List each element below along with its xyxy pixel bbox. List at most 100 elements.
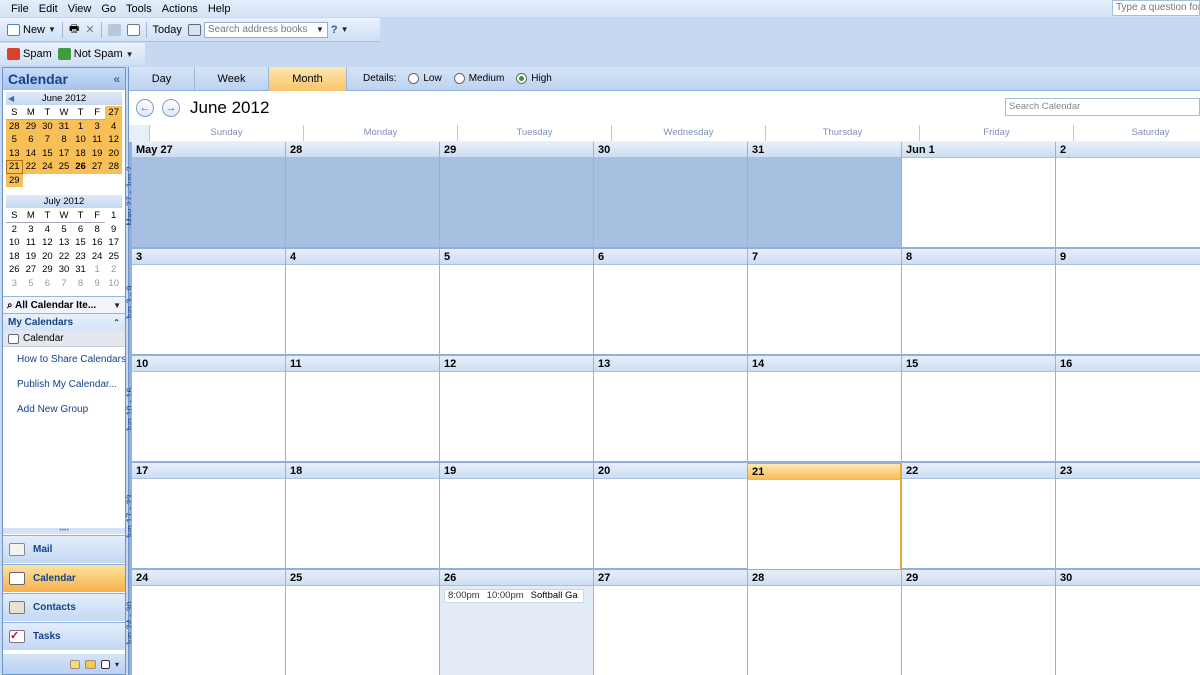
configure-buttons-icon[interactable]: ▾ bbox=[115, 660, 119, 669]
date-navigator-day[interactable]: 10 bbox=[105, 277, 122, 291]
calendar-nav-button[interactable]: Calendar bbox=[3, 564, 125, 592]
date-navigator-day[interactable]: 9 bbox=[105, 223, 122, 237]
menu-edit[interactable]: Edit bbox=[39, 3, 58, 15]
date-navigator-day[interactable]: 5 bbox=[6, 133, 23, 147]
folder-icon[interactable] bbox=[84, 659, 96, 669]
day-cell[interactable]: 9 bbox=[1055, 249, 1200, 356]
day-cell[interactable]: 18 bbox=[285, 463, 439, 570]
date-navigator-day[interactable]: 14 bbox=[22, 146, 40, 160]
date-navigator-day[interactable]: 9 bbox=[89, 277, 106, 291]
date-navigator-day[interactable]: 21 bbox=[6, 160, 23, 174]
date-navigator-day[interactable]: 25 bbox=[105, 250, 122, 264]
all-calendar-items-dropdown[interactable]: ⌕ All Calendar Ite... ▼ bbox=[3, 296, 125, 314]
day-cell[interactable]: 30 bbox=[1055, 570, 1200, 675]
date-navigator-day[interactable]: 29 bbox=[22, 119, 40, 133]
day-cell[interactable]: 28 bbox=[285, 142, 439, 249]
date-navigator-day[interactable]: 18 bbox=[6, 250, 23, 264]
day-cell[interactable]: 6 bbox=[593, 249, 747, 356]
date-navigator-day[interactable]: 24 bbox=[89, 250, 106, 264]
details-low-radio[interactable] bbox=[408, 73, 420, 84]
date-navigator-day[interactable]: 29 bbox=[6, 173, 23, 187]
date-navigator-day[interactable]: 30 bbox=[56, 263, 73, 277]
date-navigator-day[interactable]: 7 bbox=[56, 277, 73, 291]
print-button[interactable]: 🖶 bbox=[66, 20, 82, 40]
chevron-down-icon[interactable]: ▼ bbox=[316, 25, 324, 34]
previous-month-button[interactable]: ← bbox=[136, 99, 154, 117]
date-navigator-day[interactable]: 5 bbox=[56, 223, 73, 237]
date-navigator-day[interactable]: 1 bbox=[89, 263, 106, 277]
date-navigator-day[interactable]: 25 bbox=[55, 160, 73, 174]
mail-nav-button[interactable]: Mail bbox=[3, 535, 125, 563]
ask-question-input[interactable]: Type a question for bbox=[1112, 0, 1200, 16]
date-navigator-day[interactable]: 17 bbox=[55, 146, 73, 160]
tasks-nav-button[interactable]: ✓ Tasks bbox=[3, 622, 125, 650]
date-navigator-day[interactable]: 16 bbox=[89, 236, 106, 250]
date-navigator-day[interactable]: 22 bbox=[56, 250, 73, 264]
date-navigator-day[interactable]: 20 bbox=[39, 250, 56, 264]
date-navigator-day[interactable]: 22 bbox=[22, 160, 40, 174]
day-cell[interactable]: 21 bbox=[747, 463, 901, 570]
date-navigator-day[interactable]: 31 bbox=[55, 119, 73, 133]
tab-day[interactable]: Day bbox=[129, 66, 195, 91]
date-navigator-day[interactable]: 10 bbox=[6, 236, 23, 250]
date-navigator-day[interactable]: 3 bbox=[6, 277, 23, 291]
date-navigator-day[interactable]: 27 bbox=[105, 106, 122, 120]
menu-file[interactable]: File bbox=[11, 3, 29, 15]
tab-week[interactable]: Week bbox=[195, 66, 269, 91]
tab-month[interactable]: Month bbox=[269, 66, 347, 91]
date-navigator-day[interactable]: 24 bbox=[39, 160, 56, 174]
date-navigator-day[interactable]: 27 bbox=[88, 160, 106, 174]
delete-button[interactable]: ✕ bbox=[82, 20, 97, 40]
date-navigator-day[interactable]: 17 bbox=[105, 236, 122, 250]
day-cell[interactable]: 5 bbox=[439, 249, 593, 356]
day-cell[interactable]: May 27 bbox=[131, 142, 285, 249]
pane-resize-handle[interactable]: •••• bbox=[3, 527, 125, 534]
date-navigator-day[interactable]: 11 bbox=[88, 133, 106, 147]
date-navigator-day[interactable]: 1 bbox=[105, 209, 122, 223]
date-navigator-day[interactable]: 28 bbox=[105, 160, 122, 174]
day-cell[interactable]: 20 bbox=[593, 463, 747, 570]
details-high-radio[interactable] bbox=[516, 73, 528, 84]
day-cell[interactable]: 19 bbox=[439, 463, 593, 570]
date-navigator-day[interactable]: 23 bbox=[72, 250, 89, 264]
date-navigator-day[interactable]: 11 bbox=[23, 236, 40, 250]
help-button[interactable]: ? bbox=[328, 20, 341, 40]
date-navigator-day[interactable]: 19 bbox=[23, 250, 40, 264]
day-cell[interactable]: 4 bbox=[285, 249, 439, 356]
date-navigator-day[interactable]: 4 bbox=[39, 223, 56, 237]
menu-view[interactable]: View bbox=[68, 3, 92, 15]
notes-icon[interactable] bbox=[69, 659, 80, 669]
day-cell[interactable]: 3 bbox=[131, 249, 285, 356]
my-calendars-header[interactable]: My Calendars ⌃ bbox=[3, 314, 125, 331]
share-calendars-link[interactable]: How to Share Calendars bbox=[3, 347, 125, 372]
send-receive-button[interactable] bbox=[105, 20, 124, 40]
date-navigator-day[interactable]: 6 bbox=[39, 277, 56, 291]
date-navigator-day[interactable]: 20 bbox=[105, 146, 122, 160]
day-cell[interactable]: 24 bbox=[131, 570, 285, 675]
date-navigator-day[interactable]: 12 bbox=[105, 133, 122, 147]
date-navigator-day[interactable]: 10 bbox=[72, 133, 89, 147]
day-cell[interactable]: 25 bbox=[285, 570, 439, 675]
date-navigator-day[interactable]: 2 bbox=[105, 263, 122, 277]
not-spam-button[interactable]: Not Spam bbox=[55, 44, 126, 64]
search-address-books-input[interactable]: Search address books ▼ bbox=[203, 21, 328, 38]
date-navigator-day[interactable]: 8 bbox=[55, 133, 73, 147]
date-navigator-day[interactable]: 28 bbox=[6, 119, 23, 133]
toolbar-options-icon[interactable]: ▼ bbox=[126, 50, 134, 59]
menu-tools[interactable]: Tools bbox=[126, 3, 152, 15]
date-navigator-day[interactable]: 8 bbox=[72, 277, 89, 291]
day-cell[interactable]: 28 bbox=[747, 570, 901, 675]
date-navigator-day[interactable]: 4 bbox=[105, 119, 122, 133]
date-navigator-day[interactable]: 15 bbox=[72, 236, 89, 250]
day-cell[interactable]: 11 bbox=[285, 356, 439, 463]
details-medium-radio[interactable] bbox=[453, 73, 465, 84]
date-navigator-day[interactable]: 18 bbox=[72, 146, 89, 160]
day-cell[interactable]: 10 bbox=[131, 356, 285, 463]
date-navigator-day[interactable]: 3 bbox=[88, 119, 106, 133]
date-navigator-day[interactable]: 31 bbox=[72, 263, 89, 277]
publish-calendar-link[interactable]: Publish My Calendar... bbox=[3, 372, 125, 397]
day-cell[interactable]: 13 bbox=[593, 356, 747, 463]
date-navigator-day[interactable]: 1 bbox=[72, 119, 89, 133]
date-navigator-day[interactable]: 2 bbox=[6, 223, 23, 237]
chevron-down-icon[interactable]: ▼ bbox=[48, 25, 56, 34]
